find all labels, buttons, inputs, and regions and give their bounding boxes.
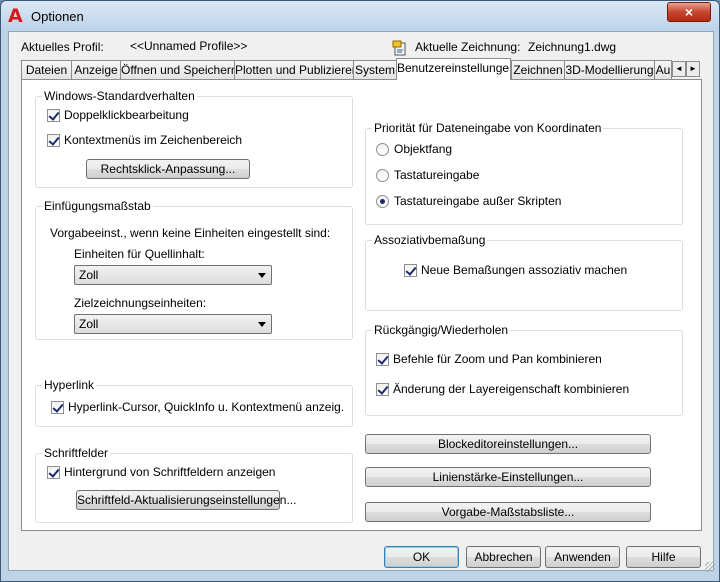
zoom-pan-checkbox[interactable] bbox=[376, 353, 389, 366]
default-scale-list-button[interactable]: Vorgabe-Maßstabsliste... bbox=[365, 502, 651, 522]
dialog-client: Aktuelles Profil: <<Unnamed Profile>> Ak… bbox=[8, 31, 715, 572]
insertion-scale-description: Vorgabeeinst., wenn keine Einheiten eing… bbox=[50, 226, 331, 240]
ok-button[interactable]: OK bbox=[384, 546, 459, 568]
double-click-checkbox[interactable] bbox=[47, 109, 60, 122]
tab-system[interactable]: System bbox=[353, 60, 397, 79]
radio-keyboard-entry-label[interactable]: Tastatureingabe bbox=[394, 168, 479, 182]
group-title: Windows-Standardverhalten bbox=[42, 89, 197, 103]
hyperlink-label[interactable]: Hyperlink-Cursor, QuickInfo u. Kontextme… bbox=[68, 400, 344, 414]
field-background-checkbox[interactable] bbox=[47, 466, 60, 479]
hyperlink-group: Hyperlink Hyperlink-Cursor, QuickInfo u.… bbox=[35, 378, 353, 427]
hyperlink-checkbox[interactable] bbox=[51, 401, 64, 414]
current-drawing-value: Zeichnung1.dwg bbox=[528, 40, 617, 54]
tab-drafting[interactable]: Zeichnen bbox=[511, 60, 565, 79]
target-units-value: Zoll bbox=[79, 317, 99, 331]
source-units-value: Zoll bbox=[79, 268, 99, 282]
tab-dateien[interactable]: Dateien bbox=[21, 60, 72, 79]
profile-row: Aktuelles Profil: <<Unnamed Profile>> Ak… bbox=[9, 38, 715, 58]
window-title: Optionen bbox=[31, 9, 84, 24]
group-title: Hyperlink bbox=[42, 378, 97, 392]
chevron-down-icon bbox=[258, 273, 266, 278]
current-drawing-label: Aktuelle Zeichnung: bbox=[415, 40, 521, 54]
associative-dim-label[interactable]: Neue Bemaßungen assoziativ machen bbox=[421, 263, 627, 277]
field-background-label[interactable]: Hintergrund von Schriftfeldern anzeigen bbox=[64, 465, 275, 479]
apply-button[interactable]: Anwenden bbox=[545, 546, 620, 568]
coordinate-priority-group: Priorität für Dateneingabe von Koordinat… bbox=[365, 121, 683, 225]
right-click-customize-button[interactable]: Rechtsklick-Anpassung... bbox=[86, 159, 250, 179]
radio-keyboard-entry[interactable] bbox=[376, 169, 389, 182]
options-dialog: A Optionen × Aktuelles Profil: <<Unnamed… bbox=[0, 0, 720, 582]
group-title: Schriftfelder bbox=[42, 446, 111, 460]
context-menus-checkbox[interactable] bbox=[47, 134, 60, 147]
tab-3d-modeling[interactable]: 3D-Modellierung bbox=[564, 60, 655, 79]
cancel-button[interactable]: Abbrechen bbox=[466, 546, 541, 568]
radio-keyboard-except-scripts[interactable] bbox=[376, 195, 389, 208]
insertion-scale-group: Einfügungsmaßstab Vorgabeeinst., wenn ke… bbox=[35, 199, 353, 340]
current-profile-label: Aktuelles Profil: bbox=[21, 40, 104, 54]
tab-user-preferences[interactable]: Benutzereinstellungen bbox=[396, 58, 511, 80]
group-title: Einfügungsmaßstab bbox=[42, 199, 153, 213]
source-units-select[interactable]: Zoll bbox=[74, 265, 272, 285]
user-preferences-panel: Windows-Standardverhalten Doppelklickbea… bbox=[21, 79, 702, 531]
radio-keyboard-except-scripts-label[interactable]: Tastatureingabe außer Skripten bbox=[394, 194, 561, 208]
fields-group: Schriftfelder Hintergrund von Schriftfel… bbox=[35, 446, 353, 523]
source-units-label: Einheiten für Quellinhalt: bbox=[74, 247, 205, 261]
lineweight-settings-button[interactable]: Linienstärke-Einstellungen... bbox=[365, 467, 651, 487]
drawing-file-icon bbox=[392, 40, 406, 56]
associative-dim-group: Assoziativbemaßung Neue Bemaßungen assoz… bbox=[365, 233, 683, 311]
group-title: Assoziativbemaßung bbox=[372, 233, 488, 247]
tab-plot-publish[interactable]: Plotten und Publizieren bbox=[234, 60, 354, 79]
dialog-footer: OK Abbrechen Anwenden Hilfe bbox=[9, 544, 715, 570]
tab-anzeige[interactable]: Anzeige bbox=[71, 60, 121, 79]
undo-redo-group: Rückgängig/Wiederholen Befehle für Zoom … bbox=[365, 323, 683, 416]
windows-behavior-group: Windows-Standardverhalten Doppelklickbea… bbox=[35, 89, 353, 188]
tab-strip: Dateien Anzeige Öffnen und Speichern Plo… bbox=[21, 58, 701, 80]
block-editor-settings-button[interactable]: Blockeditoreinstellungen... bbox=[365, 434, 651, 454]
close-button[interactable]: × bbox=[667, 2, 711, 22]
field-update-settings-button[interactable]: Schriftfeld-Aktualisierungseinstellungen… bbox=[76, 490, 296, 510]
tab-scroll-right-icon[interactable]: ► bbox=[686, 61, 700, 77]
tab-scroll-left-icon[interactable]: ◄ bbox=[672, 61, 686, 77]
resize-grip-icon[interactable] bbox=[705, 562, 715, 572]
context-menus-label[interactable]: Kontextmenüs im Zeichenbereich bbox=[64, 133, 242, 147]
target-units-label: Zielzeichnungseinheiten: bbox=[74, 296, 207, 310]
layer-props-checkbox[interactable] bbox=[376, 383, 389, 396]
help-button[interactable]: Hilfe bbox=[626, 546, 701, 568]
group-title: Priorität für Dateneingabe von Koordinat… bbox=[372, 121, 604, 135]
autocad-logo-icon: A bbox=[8, 5, 23, 27]
group-title: Rückgängig/Wiederholen bbox=[372, 323, 511, 337]
zoom-pan-label[interactable]: Befehle für Zoom und Pan kombinieren bbox=[393, 352, 602, 366]
double-click-label[interactable]: Doppelklickbearbeitung bbox=[64, 108, 189, 122]
title-bar[interactable]: A Optionen × bbox=[1, 1, 719, 31]
chevron-down-icon bbox=[258, 322, 266, 327]
associative-dim-checkbox[interactable] bbox=[404, 264, 417, 277]
tab-open-save[interactable]: Öffnen und Speichern bbox=[120, 60, 235, 79]
layer-props-label[interactable]: Änderung der Layereigenschaft kombiniere… bbox=[393, 382, 629, 396]
radio-running-osnap-label[interactable]: Objektfang bbox=[394, 142, 452, 156]
target-units-select[interactable]: Zoll bbox=[74, 314, 272, 334]
tab-partial-au[interactable]: Au bbox=[654, 60, 672, 79]
radio-running-osnap[interactable] bbox=[376, 143, 389, 156]
current-profile-value: <<Unnamed Profile>> bbox=[130, 39, 248, 53]
